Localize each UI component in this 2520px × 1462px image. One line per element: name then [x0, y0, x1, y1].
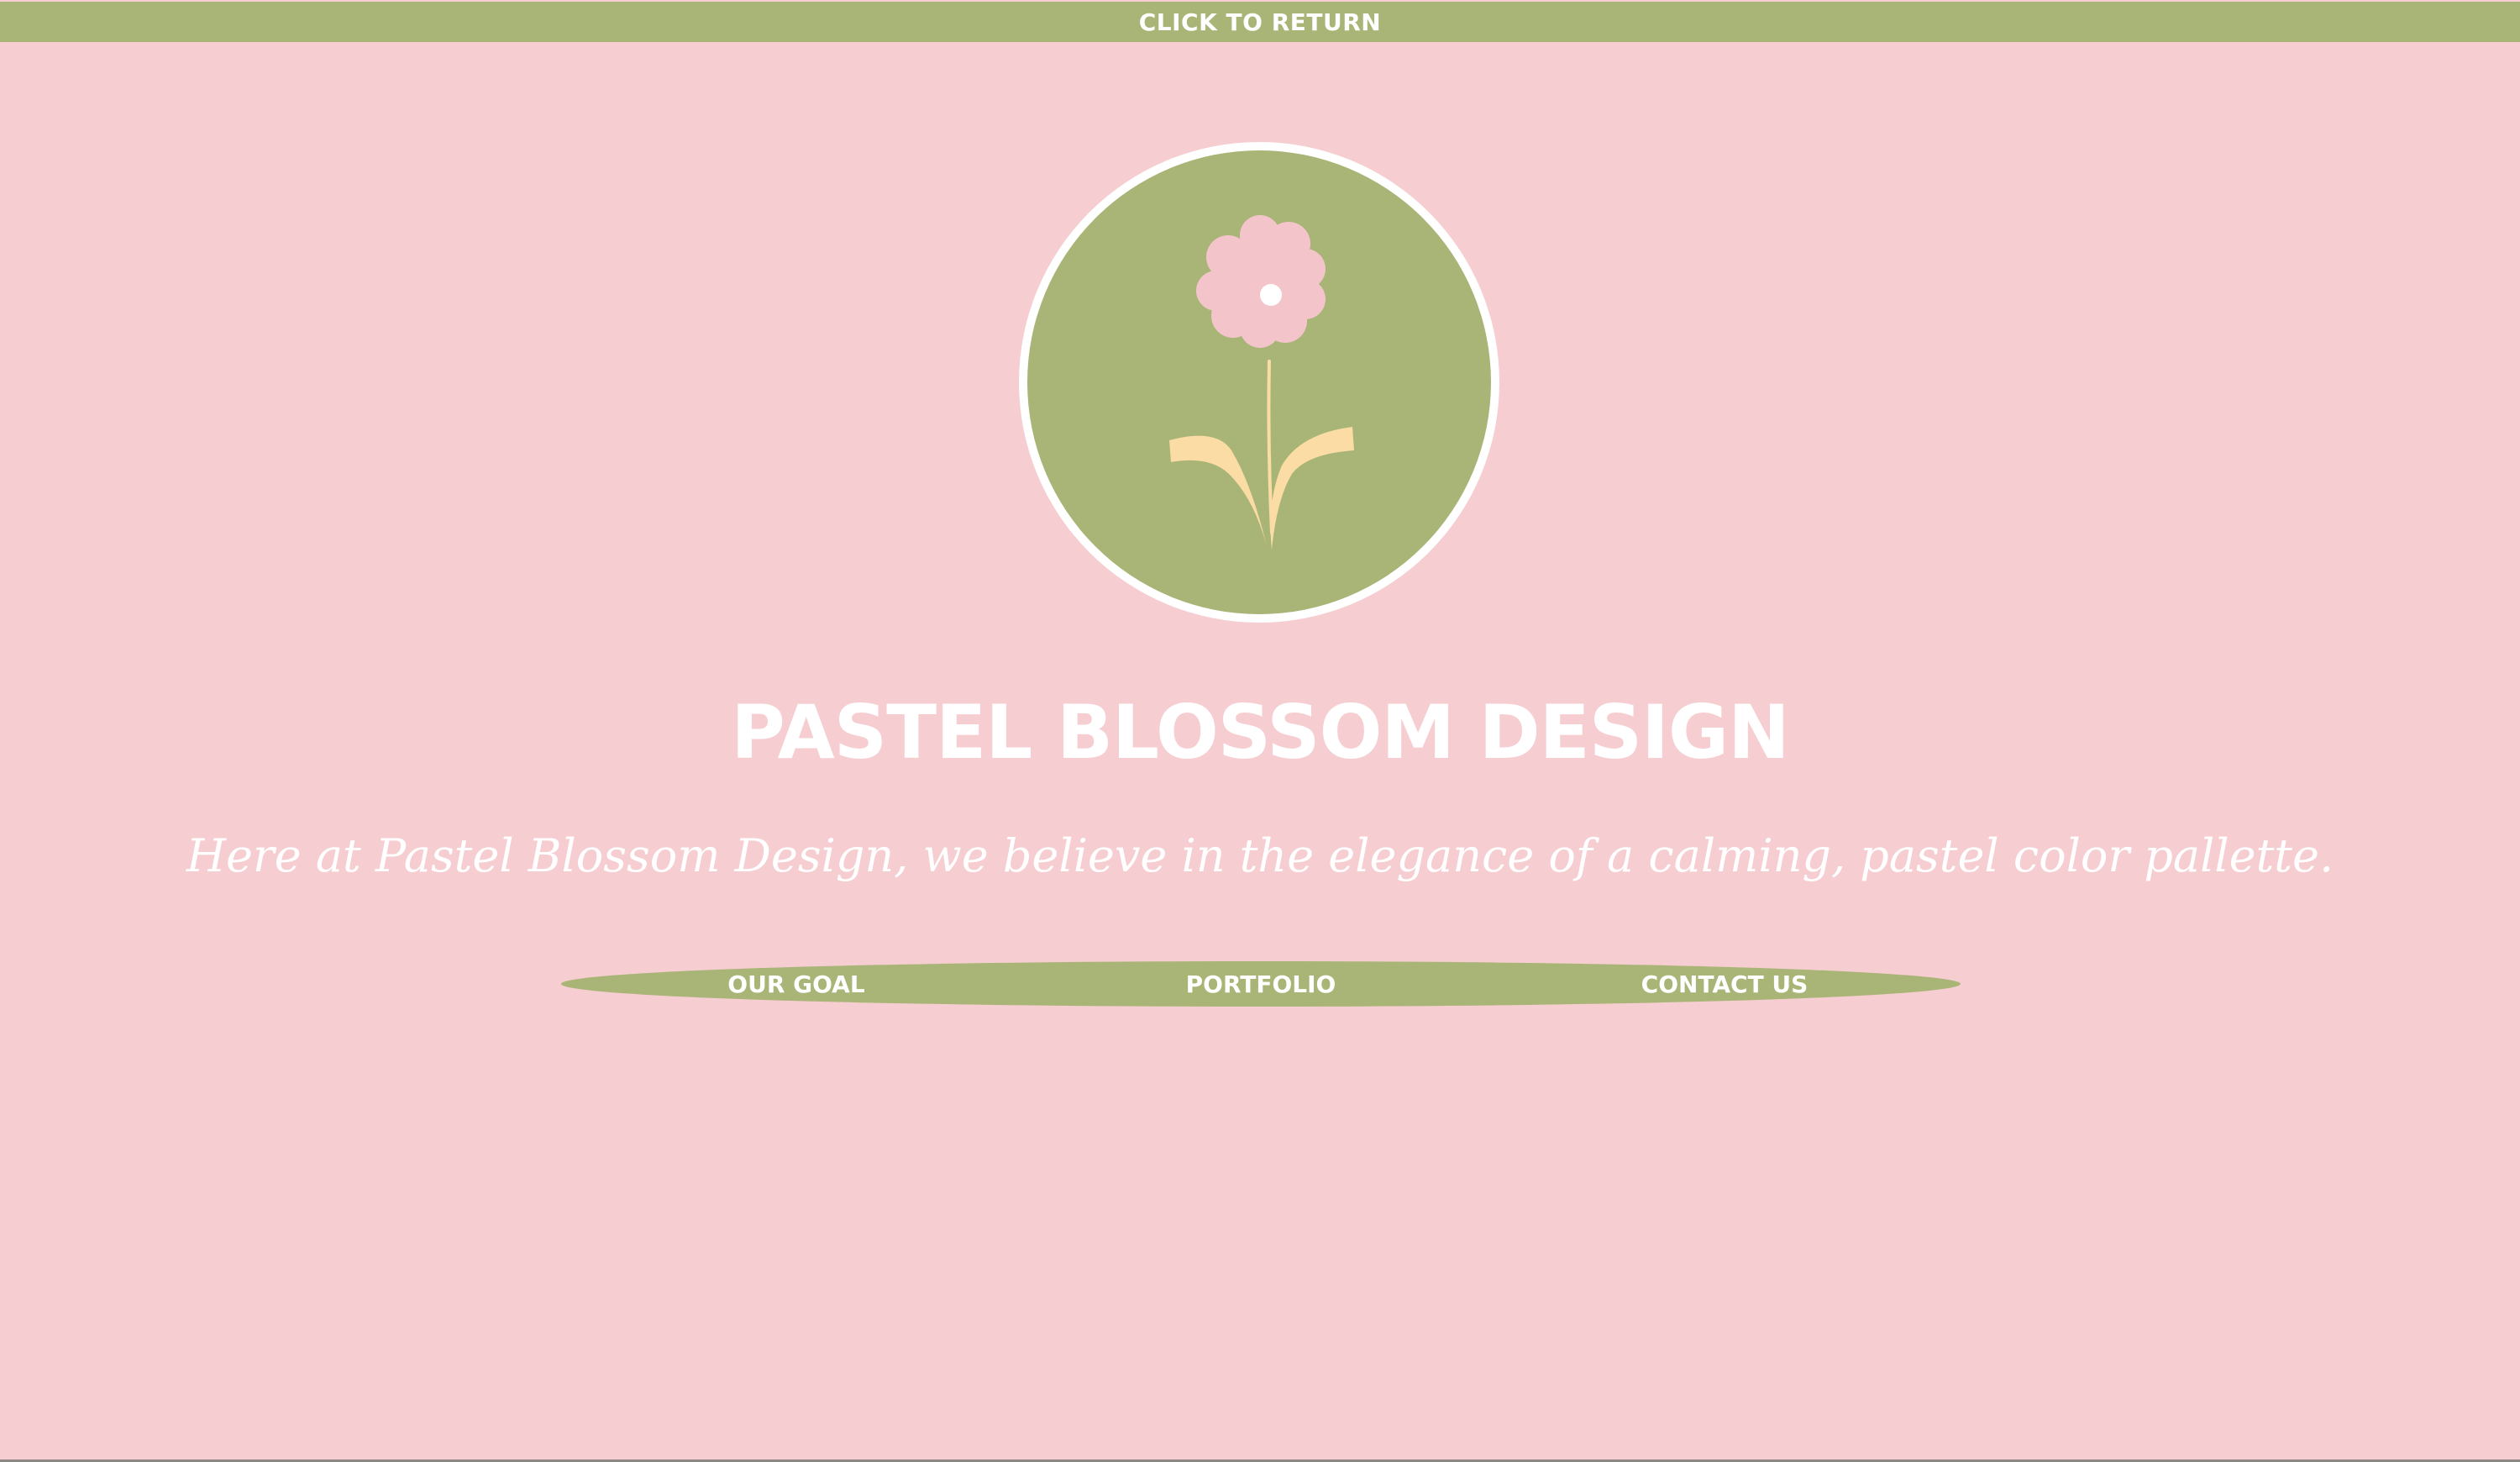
- nav-item-contact-us[interactable]: CONTACT US: [1624, 961, 1825, 1007]
- return-link[interactable]: CLICK TO RETURN: [1139, 8, 1381, 36]
- nav-label[interactable]: CONTACT US: [1641, 970, 1809, 998]
- nav-item-portfolio[interactable]: PORTFOLIO: [1177, 961, 1345, 1007]
- return-bar[interactable]: CLICK TO RETURN: [0, 2, 2520, 42]
- nav-bar: OUR GOAL PORTFOLIO CONTACT US: [561, 961, 1961, 1007]
- nav-item-our-goal[interactable]: OUR GOAL: [712, 961, 880, 1007]
- flower-icon: [1019, 142, 1499, 623]
- tagline: Here at Pastel Blossom Design, we believ…: [186, 829, 2334, 882]
- logo: [1015, 138, 1504, 627]
- nav-label[interactable]: PORTFOLIO: [1186, 970, 1336, 998]
- nav-label[interactable]: OUR GOAL: [727, 970, 864, 998]
- page-title: PASTEL BLOSSOM DESIGN: [731, 689, 1790, 776]
